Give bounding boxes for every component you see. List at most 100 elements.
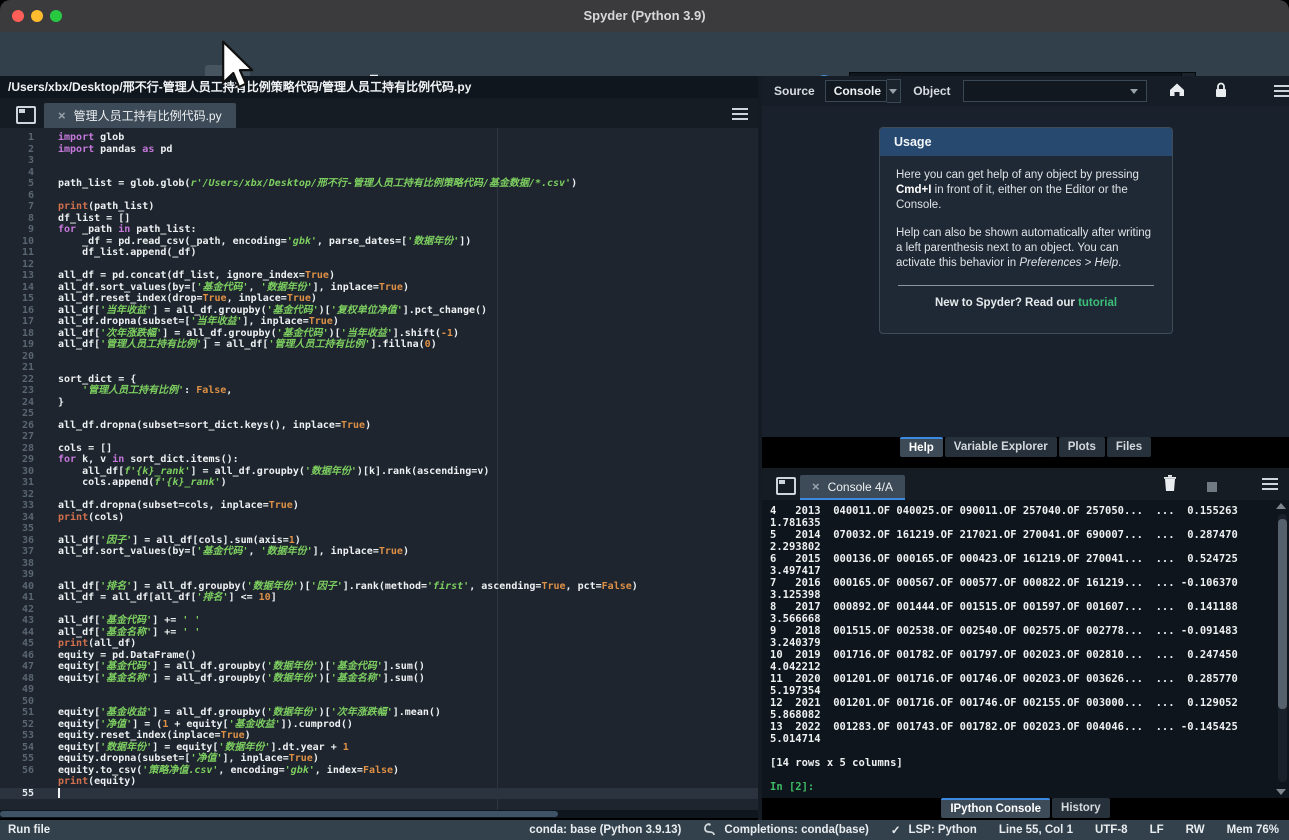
scroll-down-arrow[interactable] — [1276, 789, 1286, 795]
code-line[interactable]: 26all_df.dropna(subset=sort_dict.keys(),… — [0, 420, 758, 432]
code-line[interactable]: 45print(all_df) — [0, 638, 758, 650]
code-text — [46, 351, 58, 363]
console-scrollbar[interactable] — [1278, 514, 1287, 782]
code-line[interactable]: 5path_list = glob.glob(r'/Users/xbx/Desk… — [0, 178, 758, 190]
object-combo-input[interactable] — [963, 80, 1147, 102]
tab-ipython-console[interactable]: IPython Console — [941, 798, 1050, 818]
code-line[interactable]: 43all_df['基金代码'] += ' ' — [0, 615, 758, 627]
code-line[interactable]: 14all_df.sort_values(by=['基金代码', '数据年份']… — [0, 282, 758, 294]
editor-options-menu-icon[interactable] — [732, 108, 748, 120]
code-line[interactable]: 40all_df['排名'] = all_df.groupby('数据年份')[… — [0, 581, 758, 593]
close-tab-icon[interactable]: × — [58, 108, 66, 123]
code-editor[interactable]: 1import glob2import pandas as pd345path_… — [0, 128, 758, 810]
code-line[interactable]: 13all_df = pd.concat(df_list, ignore_ind… — [0, 270, 758, 282]
tab-history[interactable]: History — [1052, 798, 1110, 818]
code-line[interactable]: 39 — [0, 569, 758, 581]
lsp-status[interactable]: LSP: Python — [908, 824, 976, 836]
help-options-menu-icon[interactable] — [1274, 85, 1289, 97]
tab-files[interactable]: Files — [1107, 437, 1151, 457]
code-line[interactable]: 22sort_dict = { — [0, 374, 758, 386]
code-line[interactable]: 56equity.to_csv('策略净值.csv', encoding='gb… — [0, 765, 758, 777]
code-line[interactable]: 36all_df['因子'] = all_df[cols].sum(axis=1… — [0, 535, 758, 547]
console-browse-tabs-icon[interactable] — [776, 477, 796, 495]
code-line[interactable]: 49 — [0, 684, 758, 696]
code-line[interactable]: 18all_df['次年涨跌幅'] = all_df.groupby('基金代码… — [0, 328, 758, 340]
code-line[interactable]: 42 — [0, 604, 758, 616]
scroll-up-arrow[interactable] — [1276, 503, 1286, 509]
code-line[interactable]: 15all_df.reset_index(drop=True, inplace=… — [0, 293, 758, 305]
tutorial-link[interactable]: tutorial — [1078, 297, 1117, 309]
completions-status[interactable]: Completions: conda(base) — [724, 824, 868, 836]
code-line[interactable]: 16all_df['当年收益'] = all_df.groupby('基金代码'… — [0, 305, 758, 317]
code-line[interactable]: 32 — [0, 489, 758, 501]
code-line[interactable]: 30 all_df[f'{k}_rank'] = all_df.groupby(… — [0, 466, 758, 478]
line-number: 21 — [0, 362, 46, 374]
code-line[interactable]: 29for k, v in sort_dict.items(): — [0, 454, 758, 466]
code-line[interactable]: 33all_df.dropna(subset=cols, inplace=Tru… — [0, 500, 758, 512]
code-line[interactable]: 10 _df = pd.read_csv(_path, encoding='gb… — [0, 236, 758, 248]
code-line[interactable]: 37all_df.sort_values(by=['基金代码', '数据年份']… — [0, 546, 758, 558]
code-line[interactable]: 46equity = pd.DataFrame() — [0, 650, 758, 662]
home-icon[interactable] — [1169, 82, 1185, 100]
code-line[interactable]: 51equity['基金收益'] = all_df.groupby('数据年份'… — [0, 707, 758, 719]
tab-help[interactable]: Help — [900, 437, 943, 457]
code-line[interactable]: print(equity) — [0, 776, 758, 788]
code-line[interactable]: 20 — [0, 351, 758, 363]
code-line[interactable]: 7print(path_list) — [0, 201, 758, 213]
ipython-console[interactable]: 4 2013 040011.OF 040025.OF 090011.OF 257… — [762, 500, 1289, 798]
code-line[interactable]: 44all_df['基金名称'] += ' ' — [0, 627, 758, 639]
code-text: for _path in path_list: — [46, 224, 197, 236]
editor-hscroll-thumb[interactable] — [0, 811, 558, 817]
line-number: 16 — [0, 305, 46, 317]
editor-horizontal-scrollbar[interactable] — [0, 810, 758, 818]
code-line[interactable]: 55equity.dropna(subset=['净值'], inplace=T… — [0, 753, 758, 765]
code-line[interactable]: 34print(cols) — [0, 512, 758, 524]
code-line[interactable]: 54equity['数据年份'] = equity['数据年份'].dt.yea… — [0, 742, 758, 754]
code-line[interactable]: 1import glob — [0, 132, 758, 144]
code-line[interactable]: 9for _path in path_list: — [0, 224, 758, 236]
code-line[interactable]: 24} — [0, 397, 758, 409]
code-line[interactable]: 35 — [0, 523, 758, 535]
source-combo-caret[interactable] — [887, 79, 902, 103]
code-line[interactable]: 23 '管理人员工持有比例': False, — [0, 385, 758, 397]
code-line[interactable]: 38 — [0, 558, 758, 570]
code-line[interactable]: 2import pandas as pd — [0, 144, 758, 156]
code-line[interactable]: 48equity['基金名称'] = all_df.groupby('数据年份'… — [0, 673, 758, 685]
code-line[interactable]: 47equity['基金代码'] = all_df.groupby('数据年份'… — [0, 661, 758, 673]
code-line[interactable]: 21 — [0, 362, 758, 374]
console-scroll-thumb[interactable] — [1278, 519, 1287, 709]
console-tab[interactable]: × Console 4/A — [800, 475, 905, 500]
code-line[interactable]: 41all_df = all_df[all_df['排名'] <= 10] — [0, 592, 758, 604]
code-line[interactable]: 12 — [0, 259, 758, 271]
code-line[interactable]: 25 — [0, 408, 758, 420]
code-line[interactable]: 27 — [0, 431, 758, 443]
code-line[interactable]: 11 df_list.append(_df) — [0, 247, 758, 259]
code-line[interactable]: 19all_df['管理人员工持有比例'] = all_df['管理人员工持有比… — [0, 339, 758, 351]
console-prompt[interactable]: In [2]: — [770, 781, 1269, 793]
code-line[interactable]: 4 — [0, 167, 758, 179]
lock-icon[interactable] — [1214, 82, 1228, 101]
tab-plots[interactable]: Plots — [1059, 437, 1105, 457]
code-line[interactable]: 28cols = [] — [0, 443, 758, 455]
console-close-tab-icon[interactable]: × — [812, 479, 820, 494]
code-line[interactable]: 17all_df.dropna(subset=['当年收益'], inplace… — [0, 316, 758, 328]
code-line[interactable]: 53equity.reset_index(inplace=True) — [0, 730, 758, 742]
line-number: 36 — [0, 535, 46, 547]
conda-env-status[interactable]: conda: base (Python 3.9.13) — [529, 824, 681, 836]
console-options-menu-icon[interactable] — [1262, 478, 1278, 490]
editor-tab[interactable]: × 管理人员工持有比例代码.py — [44, 103, 236, 130]
code-line[interactable]: 55 — [0, 788, 758, 800]
tab-variable-explorer[interactable]: Variable Explorer — [945, 437, 1057, 457]
source-combo[interactable]: Console — [825, 80, 887, 102]
encoding-status: UTF-8 — [1095, 824, 1128, 836]
code-line[interactable]: 8df_list = [] — [0, 213, 758, 225]
code-line[interactable]: 52equity['净值'] = (1 + equity['基金收益']).cu… — [0, 719, 758, 731]
code-line[interactable]: 31 cols.append(f'{k}_rank') — [0, 477, 758, 489]
code-line[interactable]: 3 — [0, 155, 758, 167]
console-output: 4 2013 040011.OF 040025.OF 090011.OF 257… — [770, 505, 1269, 793]
remove-variables-trash-icon[interactable] — [1162, 474, 1178, 497]
code-line[interactable]: 50 — [0, 696, 758, 708]
browse-tabs-icon[interactable] — [16, 106, 36, 124]
console-tab-label: Console 4/A — [828, 480, 893, 494]
code-line[interactable]: 6 — [0, 190, 758, 202]
